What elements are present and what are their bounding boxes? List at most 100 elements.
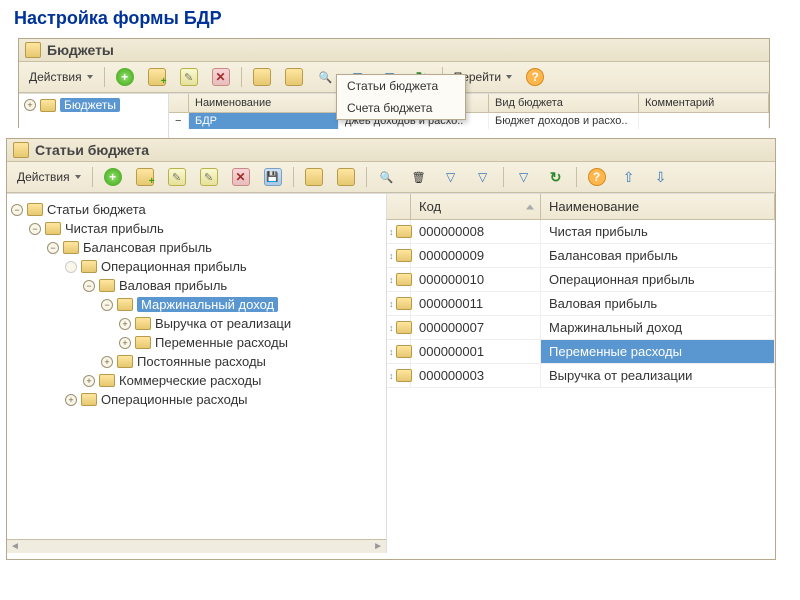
collapse-icon[interactable]: − [83, 280, 95, 292]
tree-item[interactable]: −Статьи бюджета [11, 200, 382, 219]
folder-icon [337, 168, 355, 186]
pencil-icon [200, 168, 218, 186]
search-icon [317, 68, 335, 86]
tree-item[interactable]: + Операционные расходы [11, 390, 382, 409]
delete-button[interactable] [226, 165, 256, 189]
leaf-icon[interactable] [65, 261, 77, 273]
add-folder-button[interactable] [130, 165, 160, 189]
table-row[interactable]: ↕ 000000003Выручка от реализации [387, 364, 775, 388]
help-button[interactable] [582, 165, 612, 189]
th-name[interactable]: Наименование [189, 94, 339, 112]
tree-item[interactable]: −Валовая прибыль [11, 276, 382, 295]
table-row[interactable]: ↕000000009Балансовая прибыль [387, 244, 775, 268]
collapse-icon[interactable]: − [47, 242, 59, 254]
th-name[interactable]: Наименование [541, 194, 775, 219]
tree-item[interactable]: −Балансовая прибыль [11, 238, 382, 257]
expand-icon[interactable]: + [65, 394, 77, 406]
menu-item-articles[interactable]: Статьи бюджета [337, 75, 465, 97]
collapse-icon[interactable]: − [29, 223, 41, 235]
body-articles: −Статьи бюджета−Чистая прибыль−Балансова… [7, 193, 775, 553]
filter-button[interactable] [436, 165, 466, 189]
actions-button[interactable]: Действия [23, 67, 99, 87]
add-button[interactable]: + [110, 65, 140, 89]
expand-icon[interactable]: + [24, 99, 36, 111]
expand-icon[interactable]: + [101, 356, 113, 368]
save-button[interactable] [258, 165, 288, 189]
tree-item-label: Чистая прибыль [65, 221, 164, 236]
table-row[interactable]: ↕000000008Чистая прибыль [387, 220, 775, 244]
cell-name: Выручка от реализации [541, 364, 775, 387]
move-button[interactable] [299, 165, 329, 189]
move2-button[interactable] [331, 165, 361, 189]
refresh-icon [547, 168, 565, 186]
edit-button[interactable] [194, 165, 224, 189]
collapse-icon[interactable]: − [11, 204, 23, 216]
arrow-icon: ↕ [389, 323, 394, 333]
move-up-button[interactable] [614, 165, 644, 189]
tree-item[interactable]: +Выручка от реализаци [11, 314, 382, 333]
move2-button[interactable] [279, 65, 309, 89]
row-icon-cell: ↕ [387, 316, 411, 339]
folder-icon [135, 317, 151, 330]
add-button[interactable]: + [98, 165, 128, 189]
cell-code: 000000001 [411, 340, 541, 363]
table-row[interactable]: ↕000000011Валовая прибыль [387, 292, 775, 316]
separator [503, 167, 504, 187]
table-row[interactable]: ↕000000001Переменные расходы [387, 340, 775, 364]
actions-button[interactable]: Действия [11, 167, 87, 187]
folder-icon [117, 355, 133, 368]
clear-button[interactable] [404, 165, 434, 189]
help-icon [526, 68, 544, 86]
tree-item[interactable]: +Постоянные расходы [11, 352, 382, 371]
search-button[interactable] [372, 165, 402, 189]
folder-plus-icon [148, 68, 166, 86]
tree-item-label: Операционные расходы [101, 392, 248, 407]
folder-plus-icon [136, 168, 154, 186]
filter3-button[interactable] [509, 165, 539, 189]
filter-icon [515, 168, 533, 186]
tree-item-label: Переменные расходы [155, 335, 288, 350]
tree-item[interactable]: Операционная прибыль [11, 257, 382, 276]
tree-pane: −Статьи бюджета−Чистая прибыль−Балансова… [7, 194, 387, 553]
help-button[interactable] [520, 65, 550, 89]
separator [293, 167, 294, 187]
chevron-down-icon [75, 175, 81, 179]
table-row[interactable]: ↕000000007Маржинальный доход [387, 316, 775, 340]
tree-item[interactable]: +Коммерческие расходы [11, 371, 382, 390]
cell-name: Чистая прибыль [541, 220, 775, 243]
folder-icon [253, 68, 271, 86]
expand-icon[interactable]: + [119, 318, 131, 330]
folder-icon [285, 68, 303, 86]
arrow-icon: ↕ [389, 251, 394, 261]
th-code[interactable]: Код [411, 194, 541, 219]
tree-item-label: Бюджеты [60, 98, 120, 112]
tree-item[interactable]: −Маржинальный доход [11, 295, 382, 314]
arrow-icon: ↕ [389, 371, 394, 381]
arrow-icon: ↕ [389, 275, 394, 285]
folder-icon [396, 225, 412, 238]
cell-kind: Бюджет доходов и расхо.. [489, 113, 639, 129]
th-kind[interactable]: Вид бюджета [489, 94, 639, 112]
scrollbar-horizontal[interactable]: ◄► [7, 539, 386, 553]
edit-button[interactable] [174, 65, 204, 89]
refresh-button[interactable] [541, 165, 571, 189]
add-folder-button[interactable] [142, 65, 172, 89]
expand-icon[interactable]: + [83, 375, 95, 387]
copy-button[interactable] [162, 165, 192, 189]
move-down-button[interactable] [646, 165, 676, 189]
delete-button[interactable] [206, 65, 236, 89]
folder-icon [305, 168, 323, 186]
filter2-button[interactable] [468, 165, 498, 189]
menu-item-accounts[interactable]: Счета бюджета [337, 97, 465, 119]
table-row[interactable]: − БДР джеь доходов и расхо.. Бюджет дохо… [169, 113, 769, 129]
collapse-icon[interactable]: − [101, 299, 113, 311]
cell-code: 000000003 [411, 364, 541, 387]
tree-item[interactable]: + Бюджеты [22, 97, 165, 113]
expand-icon[interactable]: + [119, 337, 131, 349]
table-row[interactable]: ↕000000010Операционная прибыль [387, 268, 775, 292]
th-comment[interactable]: Комментарий [639, 94, 769, 112]
tree-item[interactable]: − Чистая прибыль [11, 219, 382, 238]
delete-icon [212, 68, 230, 86]
move-button[interactable] [247, 65, 277, 89]
tree-item[interactable]: + Переменные расходы [11, 333, 382, 352]
